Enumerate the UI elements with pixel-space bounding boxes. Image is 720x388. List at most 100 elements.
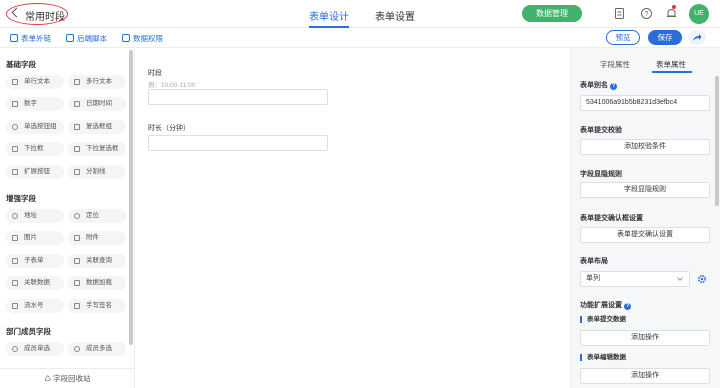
link-icon bbox=[10, 34, 18, 42]
field-chip[interactable]: 数字 bbox=[6, 97, 64, 111]
form-title: 常用时段 bbox=[25, 12, 65, 23]
chevron-left-icon bbox=[11, 7, 22, 18]
add-edit-action-button[interactable]: 添加操作 bbox=[580, 368, 710, 384]
add-submit-action-button[interactable]: 添加操作 bbox=[580, 330, 710, 346]
top-bar: 常用时段 表单设计 表单设置 数据管理 ? UE bbox=[0, 0, 720, 28]
field-chip[interactable]: 定位 bbox=[68, 209, 126, 223]
form-alias-input[interactable]: 5341006a91b5b8231d3efbc4 bbox=[580, 95, 710, 111]
users-icon bbox=[74, 346, 80, 352]
image-icon bbox=[12, 235, 18, 241]
tab-field-properties[interactable]: 字段属性 bbox=[600, 59, 630, 70]
layout-select[interactable]: 单列 bbox=[580, 271, 690, 287]
save-button[interactable]: 保存 bbox=[648, 30, 682, 45]
number-icon bbox=[12, 101, 18, 107]
svg-text:?: ? bbox=[645, 11, 649, 18]
calendar-icon bbox=[74, 101, 80, 107]
confirm-label: 表单提交确认框设置 bbox=[580, 215, 643, 222]
visibility-rules-button[interactable]: 字段显隐规则 bbox=[580, 182, 710, 198]
help-icon[interactable]: ? bbox=[640, 7, 653, 20]
field-chip[interactable]: 成员单选 bbox=[6, 342, 64, 356]
right-scrollbar[interactable] bbox=[715, 76, 719, 206]
text-icon bbox=[12, 79, 18, 85]
edit-data-label: 表单编辑数据 bbox=[580, 354, 626, 361]
avatar[interactable]: UE bbox=[689, 4, 709, 24]
field-chip[interactable]: 分割线 bbox=[68, 165, 126, 179]
field-chip[interactable]: 关联查询 bbox=[68, 254, 126, 268]
field-chip[interactable]: 单选按钮组 bbox=[6, 120, 64, 134]
location-pin-icon bbox=[12, 213, 18, 219]
tab-form-properties[interactable]: 表单属性 bbox=[656, 59, 686, 70]
code-icon bbox=[66, 34, 74, 42]
share-icon bbox=[693, 34, 702, 41]
submit-data-label: 表单提交数据 bbox=[580, 316, 626, 323]
field-chip[interactable]: 成员多选 bbox=[68, 342, 126, 356]
multi-dropdown-icon bbox=[74, 146, 80, 152]
notification-dot bbox=[672, 5, 676, 9]
document-icon[interactable] bbox=[613, 7, 626, 20]
button-icon bbox=[12, 169, 18, 175]
user-icon bbox=[12, 346, 18, 352]
group-title-basic: 基础字段 bbox=[6, 60, 36, 69]
field-label[interactable]: 时长（分钟） bbox=[148, 123, 190, 133]
field-chip[interactable]: 手写签名 bbox=[68, 299, 126, 313]
field-chip[interactable]: 关联数据 bbox=[6, 276, 64, 290]
preview-button[interactable]: 预览 bbox=[606, 30, 640, 45]
checkbox-icon bbox=[74, 124, 80, 130]
bar-chart-icon bbox=[74, 280, 80, 286]
field-chip[interactable]: 子表单 bbox=[6, 254, 64, 268]
link-query-icon bbox=[74, 258, 80, 264]
tab-form-settings[interactable]: 表单设置 bbox=[375, 8, 415, 23]
field-label[interactable]: 时段 bbox=[148, 68, 162, 78]
lock-icon bbox=[122, 34, 130, 42]
field-chip[interactable]: 单行文本 bbox=[6, 75, 64, 89]
help-icon[interactable]: ? bbox=[610, 83, 617, 90]
group-title-enhanced: 增强字段 bbox=[6, 194, 36, 203]
visibility-label: 字段显隐规则 bbox=[580, 171, 622, 178]
confirm-settings-button[interactable]: 表单提交确认设置 bbox=[580, 227, 710, 243]
field-chip[interactable]: 数据加载 bbox=[68, 276, 126, 290]
textarea-icon bbox=[74, 79, 80, 85]
subform-icon bbox=[12, 258, 18, 264]
field-chip[interactable]: 图片 bbox=[6, 231, 64, 245]
ext-settings-label: 功能扩展设置? bbox=[580, 302, 631, 310]
field-chip[interactable]: 流水号 bbox=[6, 299, 64, 313]
field-chip[interactable]: 附件 bbox=[68, 231, 126, 245]
tab-form-design[interactable]: 表单设计 bbox=[309, 8, 349, 23]
data-permission-button[interactable]: 数据权限 bbox=[122, 33, 163, 44]
external-link-button[interactable]: 表单外链 bbox=[10, 33, 51, 44]
field-chip[interactable]: 地址 bbox=[6, 209, 64, 223]
recycle-icon: ♺ bbox=[44, 374, 54, 383]
data-manage-button[interactable]: 数据管理 bbox=[522, 5, 582, 22]
field-chip[interactable]: 复选框组 bbox=[68, 120, 126, 134]
field-recycle-bin[interactable]: ♺ 字段回收站 bbox=[0, 368, 135, 388]
serial-number-icon bbox=[12, 303, 18, 309]
group-title-members: 部门成员字段 bbox=[6, 327, 51, 336]
duration-input[interactable] bbox=[148, 135, 328, 151]
locate-icon bbox=[74, 213, 80, 219]
signature-icon bbox=[74, 303, 80, 309]
field-hint: 例：10:00-11:00 bbox=[148, 82, 196, 89]
dropdown-icon bbox=[12, 146, 18, 152]
add-validation-button[interactable]: 添加校验条件 bbox=[580, 139, 710, 155]
active-tab-indicator bbox=[652, 71, 692, 73]
validation-label: 表单提交校验 bbox=[580, 127, 622, 134]
radio-icon bbox=[12, 124, 18, 130]
backend-script-button[interactable]: 后端脚本 bbox=[66, 33, 107, 44]
linked-data-icon bbox=[12, 280, 18, 286]
gear-icon[interactable] bbox=[697, 274, 707, 284]
field-chip[interactable]: 日期时间 bbox=[68, 97, 126, 111]
alias-label: 表单别名? bbox=[580, 82, 617, 90]
field-chip[interactable]: 下拉复选框 bbox=[68, 142, 126, 156]
back-button[interactable]: 常用时段 bbox=[6, 3, 68, 25]
field-chip[interactable]: 扩展按钮 bbox=[6, 165, 64, 179]
help-icon[interactable]: ? bbox=[624, 303, 631, 310]
bell-icon[interactable] bbox=[665, 7, 678, 20]
share-button[interactable] bbox=[688, 30, 706, 45]
left-scrollbar[interactable] bbox=[129, 50, 133, 345]
field-chip[interactable]: 多行文本 bbox=[68, 75, 126, 89]
time-slot-input[interactable] bbox=[148, 89, 328, 105]
divider-icon bbox=[74, 169, 80, 175]
field-chip[interactable]: 下拉框 bbox=[6, 142, 64, 156]
paperclip-icon bbox=[74, 235, 80, 241]
layout-label: 表单布局 bbox=[580, 258, 608, 265]
